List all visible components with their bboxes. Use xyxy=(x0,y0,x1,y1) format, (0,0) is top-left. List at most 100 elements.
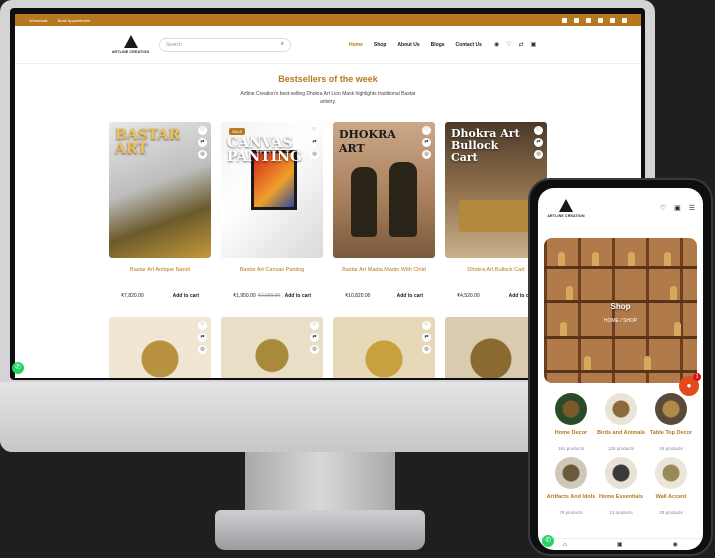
wishlist-icon[interactable]: ♡ xyxy=(506,41,511,48)
category-thumbnail[interactable] xyxy=(655,457,687,489)
compare-icon[interactable]: ⇄ xyxy=(198,138,207,147)
compare-icon[interactable]: ⇄ xyxy=(519,41,524,48)
product-card[interactable]: ♡ ⇄ ◎ xyxy=(221,317,323,378)
category-thumbnail[interactable] xyxy=(555,393,587,425)
site-logo[interactable]: ARTLINE CREATION xyxy=(108,35,153,54)
add-to-cart-button[interactable]: Add to cart xyxy=(173,293,199,299)
category-thumbnail[interactable] xyxy=(655,393,687,425)
add-to-cart-button[interactable]: Add to cart xyxy=(285,293,311,299)
nav-home[interactable]: Home xyxy=(349,42,363,48)
account-icon[interactable]: ◉ xyxy=(673,541,678,548)
mobile-header-icons: ♡ ▣ ☰ xyxy=(660,204,695,212)
mobile-site-logo[interactable]: ARTLINE CREATION xyxy=(546,198,586,218)
compare-icon[interactable]: ⇄ xyxy=(422,138,431,147)
nav-contact-us[interactable]: Contact Us xyxy=(456,42,482,48)
category-count: 45 products xyxy=(659,446,683,451)
nav-shop[interactable]: Shop xyxy=(374,42,387,48)
compare-icon[interactable]: ⇄ xyxy=(198,333,207,342)
wishlist-icon[interactable]: ♡ xyxy=(198,321,207,330)
product-image[interactable]: BASTAR ART ♡ ⇄ ◎ xyxy=(109,122,211,258)
wishlist-icon[interactable]: ♡ xyxy=(310,321,319,330)
category-name[interactable]: Wall Accent xyxy=(656,494,687,508)
quick-view-icon[interactable]: ◎ xyxy=(198,150,207,159)
product-image[interactable]: SALE CANVAS PANTING ♡ ⇄ ◎ xyxy=(221,122,323,258)
quick-view-icon[interactable]: ◎ xyxy=(198,345,207,354)
category-item[interactable]: Artifacts And Idols 79 products xyxy=(546,457,596,515)
product-card[interactable]: DHOKRA ART ♡ ⇄ ◎ Bastar Art Madia Madin … xyxy=(333,122,435,299)
wishlist-icon[interactable]: ♡ xyxy=(422,321,431,330)
product-image[interactable]: ♡ ⇄ ◎ xyxy=(109,317,211,378)
cart-icon[interactable]: ▣ xyxy=(674,204,681,212)
category-count: 13 products xyxy=(609,510,633,515)
compare-icon[interactable]: ⇄ xyxy=(310,333,319,342)
category-name[interactable]: Home Essentials xyxy=(599,494,643,508)
wishlist-icon[interactable]: ♡ xyxy=(198,126,207,135)
figurine xyxy=(558,252,565,266)
chat-badge: 1 xyxy=(693,373,701,381)
nav-about-us[interactable]: About Us xyxy=(397,42,419,48)
instagram-icon[interactable] xyxy=(574,17,579,23)
compare-icon[interactable]: ⇄ xyxy=(310,138,319,147)
whatsapp-float-icon[interactable]: ✆ xyxy=(542,535,554,547)
compare-icon[interactable]: ⇄ xyxy=(422,333,431,342)
figurine-right xyxy=(389,162,417,237)
product-card[interactable]: SALE CANVAS PANTING ♡ ⇄ ◎ Bastar Art Can… xyxy=(221,122,323,299)
category-item[interactable]: Wall Accent 28 products xyxy=(646,457,696,515)
whatsapp-float-icon[interactable]: ✆ xyxy=(12,362,24,374)
twitter-icon[interactable] xyxy=(586,17,591,23)
shelf xyxy=(544,266,697,269)
product-name[interactable]: Bastar Art Antique Nandi xyxy=(109,267,211,289)
search-input[interactable]: Search ⌕ xyxy=(159,37,291,52)
quick-view-icon[interactable]: ◎ xyxy=(310,150,319,159)
logo-text: ARTLINE CREATION xyxy=(547,213,585,218)
product-name[interactable]: Bastar Art Canvas Panting xyxy=(221,267,323,289)
facebook-icon[interactable] xyxy=(562,17,567,23)
wishlist-icon[interactable]: ♡ xyxy=(534,126,543,135)
quick-view-icon[interactable]: ◎ xyxy=(422,150,431,159)
wishlist-icon[interactable]: ♡ xyxy=(422,126,431,135)
wishlist-icon[interactable]: ♡ xyxy=(660,204,666,212)
category-name[interactable]: Artifacts And Idols xyxy=(547,494,596,508)
social-links xyxy=(562,17,627,23)
category-item[interactable]: Table Top Decor 45 products xyxy=(646,393,696,451)
category-thumbnail[interactable] xyxy=(555,457,587,489)
quick-view-icon[interactable]: ◎ xyxy=(422,345,431,354)
cart-icon[interactable]: ▣ xyxy=(617,541,623,548)
pinterest-icon[interactable] xyxy=(622,17,627,23)
category-item[interactable]: Home Decor 161 products xyxy=(546,393,596,451)
category-name[interactable]: Birds and Animals xyxy=(597,430,645,444)
product-image[interactable]: ♡ ⇄ ◎ xyxy=(333,317,435,378)
product-name[interactable]: Bastar Art Madia Madin With Child xyxy=(333,267,435,289)
product-image[interactable]: DHOKRA ART ♡ ⇄ ◎ xyxy=(333,122,435,258)
product-card[interactable]: ♡ ⇄ ◎ xyxy=(333,317,435,378)
quick-view-icon[interactable]: ◎ xyxy=(310,345,319,354)
search-icon[interactable]: ⌕ xyxy=(281,41,284,48)
cart-icon[interactable]: ▣ xyxy=(531,41,537,48)
quick-view-icon[interactable]: ◎ xyxy=(534,150,543,159)
menu-icon[interactable]: ☰ xyxy=(689,204,695,212)
account-icon[interactable]: ◉ xyxy=(494,41,499,48)
category-item[interactable]: Home Essentials 13 products xyxy=(596,457,646,515)
wishlist-icon[interactable]: ♡ xyxy=(310,126,319,135)
category-name[interactable]: Home Decor xyxy=(555,430,587,444)
category-thumbnail[interactable] xyxy=(605,457,637,489)
category-item[interactable]: Birds and Animals 126 products xyxy=(596,393,646,451)
product-card[interactable]: ♡ ⇄ ◎ xyxy=(109,317,211,378)
linkedin-icon[interactable] xyxy=(610,17,615,23)
main-nav: Home Shop About Us Blogs Contact Us xyxy=(349,42,482,48)
figurine-left xyxy=(351,167,377,237)
category-thumbnail[interactable] xyxy=(605,393,637,425)
product-image[interactable]: ♡ ⇄ ◎ xyxy=(221,317,323,378)
add-to-cart-button[interactable]: Add to cart xyxy=(397,293,423,299)
wholesale-link[interactable]: Wholesale xyxy=(29,18,48,23)
book-appointment-link[interactable]: Book Appointment xyxy=(58,18,90,23)
youtube-icon[interactable] xyxy=(598,17,603,23)
figurine xyxy=(584,356,591,370)
home-icon[interactable]: ⌂ xyxy=(563,542,567,548)
compare-icon[interactable]: ⇄ xyxy=(534,138,543,147)
section-subtitle: Artline Creation's best-selling Dhokra A… xyxy=(240,91,416,105)
nav-blogs[interactable]: Blogs xyxy=(431,42,445,48)
category-name[interactable]: Table Top Decor xyxy=(650,430,692,444)
breadcrumb[interactable]: HOME / SHOP xyxy=(544,318,697,324)
product-card[interactable]: BASTAR ART ♡ ⇄ ◎ Bastar Art Antique Nand… xyxy=(109,122,211,299)
